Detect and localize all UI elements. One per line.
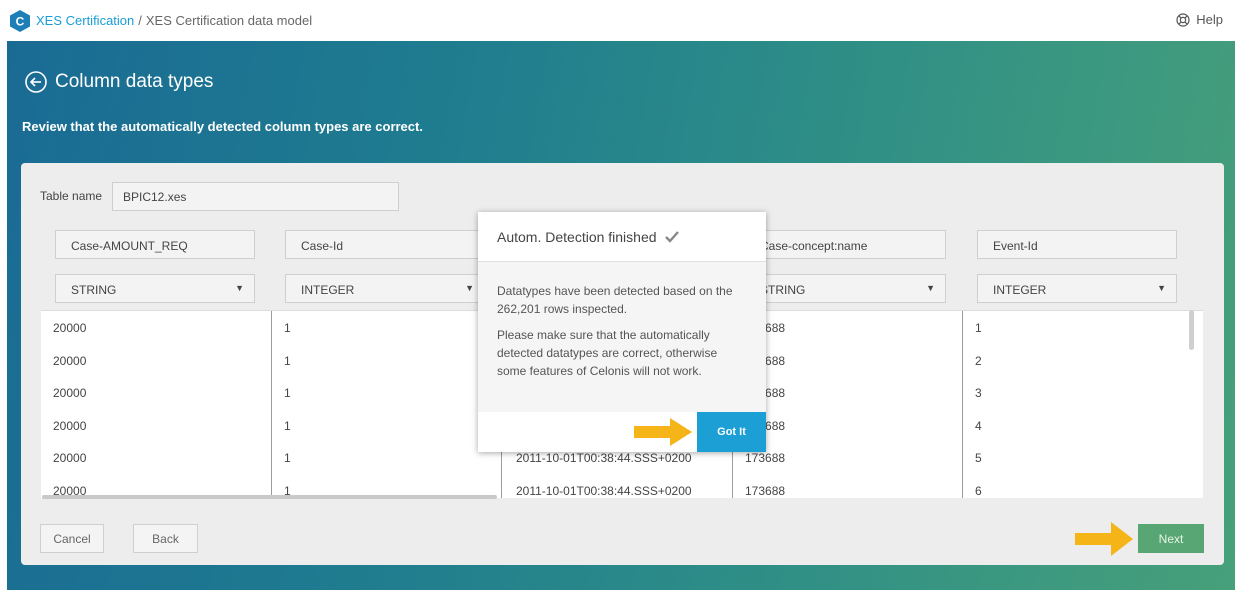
page-header: Column data types <box>25 71 213 93</box>
dialog-footer: Got It <box>478 412 766 452</box>
dropdown-caret-icon: ▼ <box>926 283 935 293</box>
dropdown-caret-icon: ▼ <box>465 283 474 293</box>
grid-cell: 1 <box>284 386 291 400</box>
column-type-value: INTEGER <box>301 283 355 297</box>
back-button[interactable]: Back <box>133 524 198 553</box>
column-name-field[interactable]: Case-Id <box>285 230 485 259</box>
page-subtitle: Review that the automatically detected c… <box>22 119 423 134</box>
grid-cell: 2 <box>975 353 982 368</box>
table-name-label: Table name <box>40 189 103 203</box>
grid-column: 20000 20000 20000 20000 20000 20000 <box>41 311 271 498</box>
table-name-input[interactable] <box>112 182 399 211</box>
grid-cell: 1 <box>284 451 291 465</box>
grid-cell: 173688 <box>733 376 962 409</box>
grid-cell: 4 <box>975 418 982 433</box>
got-it-button[interactable]: Got It <box>697 412 766 452</box>
top-bar: C XES Certification / XES Certification … <box>0 0 1235 41</box>
column-type-select[interactable]: INTEGER ▼ <box>285 274 485 303</box>
arrow-right-icon <box>634 418 692 446</box>
help-button[interactable]: Help <box>1176 12 1223 27</box>
help-label: Help <box>1196 12 1223 27</box>
grid-cell: 20000 <box>53 451 87 465</box>
dialog-message: Datatypes have been detected based on th… <box>497 284 733 316</box>
grid-cell: 1 <box>284 353 291 368</box>
column-type-value: STRING <box>760 283 806 297</box>
grid-cell: 173688 <box>745 451 786 465</box>
arrow-right-icon <box>1075 522 1133 556</box>
column-type-select[interactable]: STRING ▼ <box>746 274 946 303</box>
dialog-message: Please make sure that the automatically … <box>497 328 718 378</box>
grid-cell: 3 <box>975 386 982 400</box>
breadcrumb-current: XES Certification data model <box>145 13 313 28</box>
breadcrumb-link-xes-certification[interactable]: XES Certification <box>36 13 134 28</box>
dialog-title: Autom. Detection finished <box>497 228 657 245</box>
grid-column: 1 2 3 4 5 6 <box>963 311 1193 498</box>
grid-cell: 173688 <box>733 311 962 344</box>
column-type-select[interactable]: INTEGER ▼ <box>977 274 1177 303</box>
grid-cell: 1 <box>284 321 291 335</box>
dropdown-caret-icon: ▼ <box>1157 283 1166 293</box>
grid-cell: 20000 <box>53 418 87 433</box>
dialog-header: Autom. Detection finished <box>478 212 766 262</box>
grid-cell: 20000 <box>53 321 87 335</box>
grid-cell: 1 <box>975 321 982 335</box>
celonis-logo-icon[interactable]: C <box>10 9 30 32</box>
vertical-scrollbar[interactable] <box>1189 310 1194 350</box>
logo-letter: C <box>16 14 25 28</box>
next-button[interactable]: Next <box>1138 524 1204 553</box>
dropdown-caret-icon: ▼ <box>235 283 244 293</box>
grid-cell: 5 <box>975 451 982 465</box>
column-type-value: INTEGER <box>993 283 1047 297</box>
help-lifebuoy-icon <box>1176 12 1190 27</box>
grid-cell: 173688 <box>733 409 962 442</box>
back-arrow-icon[interactable] <box>25 71 47 93</box>
grid-cell: 6 <box>975 483 982 498</box>
page-title: Column data types <box>55 71 214 92</box>
dialog-body: Datatypes have been detected based on th… <box>478 262 766 412</box>
grid-cell: 173688 <box>733 344 962 377</box>
column-type-select[interactable]: STRING ▼ <box>55 274 255 303</box>
column-name-field[interactable]: Case-AMOUNT_REQ <box>55 230 255 259</box>
column-name-field[interactable]: Event-Id <box>977 230 1177 259</box>
grid-cell: 20000 <box>53 386 87 400</box>
detection-finished-dialog: Autom. Detection finished Datatypes have… <box>478 212 766 452</box>
grid-cell: 173688 <box>745 483 786 498</box>
grid-column: 173688 173688 173688 173688 173688 17368… <box>733 311 962 498</box>
breadcrumb-separator: / <box>138 13 142 28</box>
grid-cell: 2011-10-01T00:38:44.SSS+0200 <box>516 483 692 498</box>
cancel-button[interactable]: Cancel <box>40 524 104 553</box>
grid-column: 1 1 1 1 1 1 <box>272 311 501 498</box>
checkmark-icon <box>664 230 679 243</box>
column-name-field[interactable]: Case-concept:name <box>746 230 946 259</box>
grid-cell: 20000 <box>53 353 87 368</box>
grid-cell: 1 <box>284 418 291 433</box>
horizontal-scrollbar[interactable] <box>42 495 497 499</box>
column-type-value: STRING <box>71 283 117 297</box>
